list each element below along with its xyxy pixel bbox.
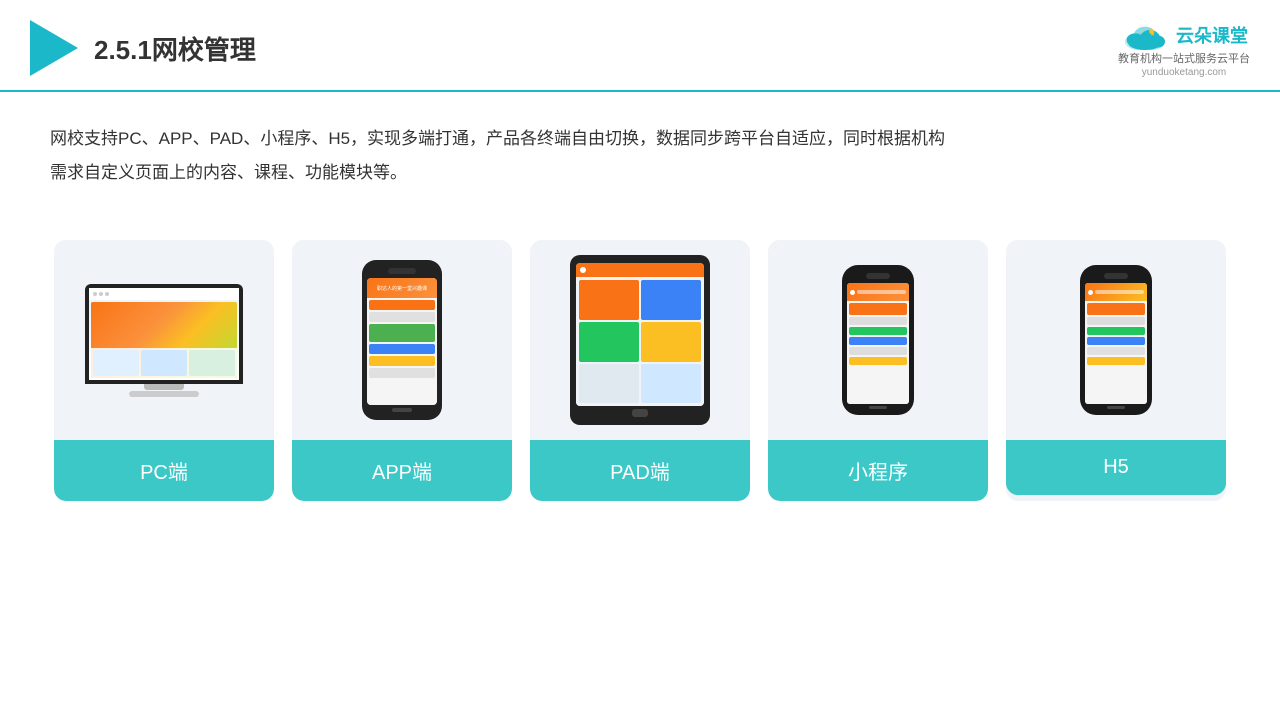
h5-home [1107, 406, 1125, 409]
page-title: 2.5.1网校管理 [94, 30, 256, 67]
tablet-topbar [576, 263, 704, 277]
header-left: 2.5.1网校管理 [30, 20, 256, 76]
row1 [369, 300, 435, 310]
miniapp-screen [847, 283, 909, 404]
miniapp-notch [866, 273, 890, 279]
pc-stand [144, 384, 184, 390]
mrow4 [849, 337, 907, 345]
row3 [369, 324, 435, 342]
mrow1 [849, 303, 907, 315]
card-pad: PAD端 [530, 240, 750, 501]
pc-main-area [91, 302, 237, 378]
pc-mockup [85, 284, 243, 397]
card-pc: PC端 [54, 240, 274, 501]
h5row3 [1087, 327, 1145, 335]
pc-screen-content [89, 288, 239, 380]
mini-dot [850, 290, 855, 295]
card-pad-label: PAD端 [530, 440, 750, 501]
tablet-dot [580, 267, 586, 273]
app-phone-mockup: 职达人的第一堂兴趣课 [362, 260, 442, 420]
card-app-label: APP端 [292, 440, 512, 501]
card-h5-image [1006, 240, 1226, 440]
phone-notch [388, 268, 416, 274]
pc-card2 [141, 350, 187, 376]
pc-dot1 [93, 292, 97, 296]
row6 [369, 368, 435, 378]
card-miniapp: 小程序 [768, 240, 988, 501]
brand-url: yunduoketang.com [1142, 67, 1227, 78]
h5-bar [1095, 290, 1144, 294]
card-pc-image [54, 240, 274, 440]
phone-screen-top: 职达人的第一堂兴趣课 [367, 278, 437, 298]
h5-screen [1085, 283, 1147, 404]
tablet-body [576, 277, 704, 406]
phone-home [392, 408, 412, 412]
h5-header [1085, 283, 1147, 301]
h5-notch [1104, 273, 1128, 279]
platform-cards: PC端 职达人的第一堂兴趣课 A [0, 210, 1280, 501]
pc-card1 [93, 350, 139, 376]
tcell1 [579, 280, 639, 320]
pc-dot2 [99, 292, 103, 296]
row5 [369, 356, 435, 366]
mrow2 [849, 317, 907, 325]
tablet-screen [576, 263, 704, 406]
card-miniapp-image [768, 240, 988, 440]
h5row6 [1087, 357, 1145, 365]
pc-main-overlay [91, 348, 237, 378]
logo-triangle-icon [30, 20, 78, 76]
description-line2: 需求自定义页面上的内容、课程、功能模块等。 [50, 156, 1230, 190]
mini-bar [857, 290, 906, 294]
brand-name: 云朵课堂 [1176, 22, 1248, 48]
h5row4 [1087, 337, 1145, 345]
miniapp-body [847, 301, 909, 404]
row4 [369, 344, 435, 354]
h5-body [1085, 301, 1147, 404]
card-h5-label: H5 [1006, 440, 1226, 495]
tcell6 [641, 364, 701, 404]
miniapp-phone [842, 265, 914, 415]
card-app: 职达人的第一堂兴趣课 APP端 [292, 240, 512, 501]
phone-screen-body [367, 298, 437, 405]
row2 [369, 312, 435, 322]
h5row1 [1087, 303, 1145, 315]
tcell5 [579, 364, 639, 404]
phone-screen: 职达人的第一堂兴趣课 [367, 278, 437, 405]
brand-logo: 云朵课堂 教育机构一站式服务云平台 yunduoketang.com [1118, 18, 1250, 78]
card-h5: H5 [1006, 240, 1226, 501]
description: 网校支持PC、APP、PAD、小程序、H5，实现多端打通，产品各终端自由切换，数… [0, 92, 1280, 200]
card-pc-label: PC端 [54, 440, 274, 501]
brand-tagline: 教育机构一站式服务云平台 [1118, 52, 1250, 67]
header: 2.5.1网校管理 云朵课堂 教育机构一站式服务云平台 yunduoketang… [0, 0, 1280, 92]
miniapp-home [869, 406, 887, 409]
pc-topbar [89, 288, 239, 300]
tcell3 [579, 322, 639, 362]
card-app-image: 职达人的第一堂兴趣课 [292, 240, 512, 440]
tablet-home-btn [632, 409, 648, 417]
pc-card3 [189, 350, 235, 376]
pc-screen-outer [85, 284, 243, 384]
card-miniapp-label: 小程序 [768, 440, 988, 501]
h5row2 [1087, 317, 1145, 325]
tablet-mockup [570, 255, 710, 425]
description-line1: 网校支持PC、APP、PAD、小程序、H5，实现多端打通，产品各终端自由切换，数… [50, 122, 1230, 156]
pc-dot3 [105, 292, 109, 296]
miniapp-header [847, 283, 909, 301]
mrow3 [849, 327, 907, 335]
mrow6 [849, 357, 907, 365]
tcell2 [641, 280, 701, 320]
mrow5 [849, 347, 907, 355]
cloud-icon [1120, 18, 1170, 52]
h5-dot [1088, 290, 1093, 295]
h5row5 [1087, 347, 1145, 355]
card-pad-image [530, 240, 750, 440]
cloud-logo: 云朵课堂 [1120, 18, 1248, 52]
pc-base [129, 391, 199, 397]
h5-phone [1080, 265, 1152, 415]
tcell4 [641, 322, 701, 362]
